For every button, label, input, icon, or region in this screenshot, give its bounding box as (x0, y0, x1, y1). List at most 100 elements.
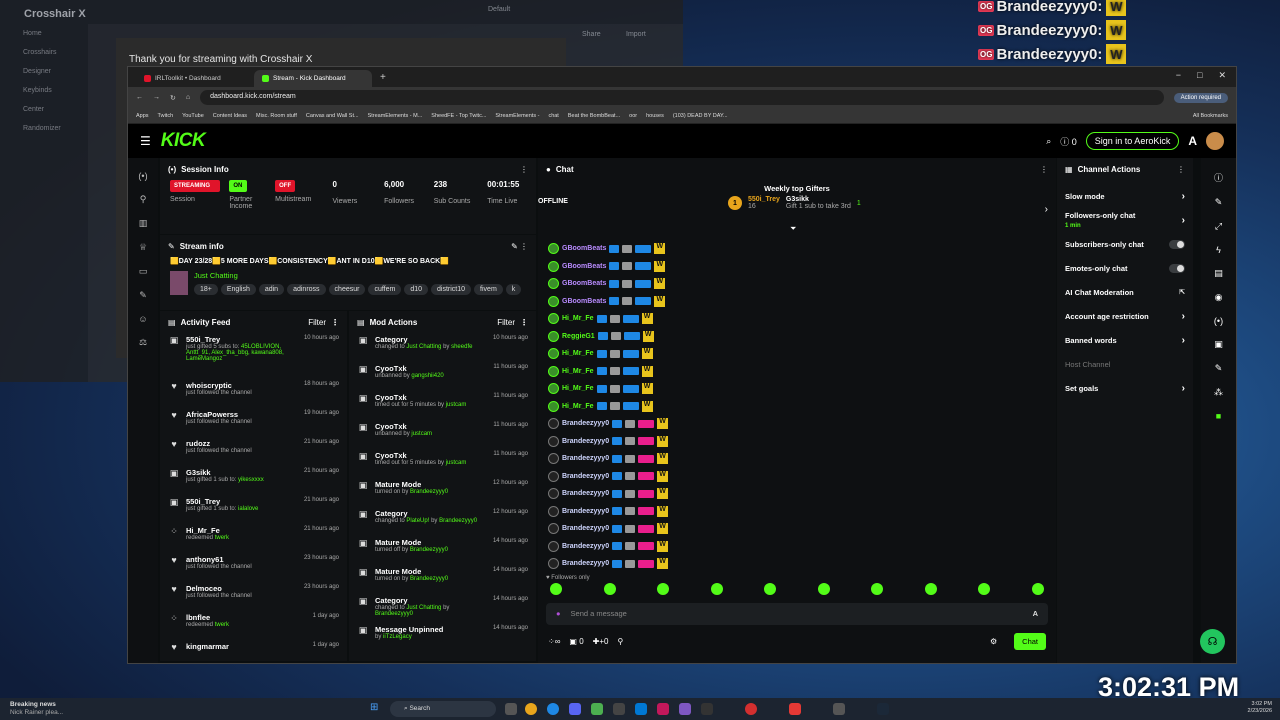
chat-username[interactable]: GBoomBeats (562, 298, 606, 305)
activity-item[interactable]: ⁘ Hi_Mr_Fe redeemed twerk 21 hours ago (160, 524, 347, 553)
points-icon[interactable]: ⁘∞ (548, 637, 560, 646)
app-icon[interactable] (701, 703, 713, 715)
users-icon[interactable]: ☺ (128, 314, 158, 324)
tab-irltoolkit[interactable]: IRLToolkit • Dashboard (136, 70, 254, 87)
avatar[interactable] (1206, 132, 1224, 150)
chat-username[interactable]: GBoomBeats (562, 263, 606, 270)
collapse-icon[interactable]: ⏷ (790, 224, 796, 234)
chat-username[interactable]: Hi_Mr_Fe (562, 350, 594, 357)
activity-item[interactable]: ⁘ lbnflee redeemed twerk 1 day ago (160, 611, 347, 640)
bookmark[interactable]: Canvas and Wall St... (306, 113, 359, 119)
gear-icon[interactable]: ⚙ (990, 637, 997, 646)
broadcast-icon[interactable]: (•) (1201, 316, 1236, 326)
chat-message[interactable]: Brandeezyyy0 W (548, 555, 1046, 573)
chat-username[interactable]: Brandeezyyy0 (562, 420, 609, 427)
mod-action-item[interactable]: ▣ CyooTxk timed out for 5 minutes by jus… (349, 391, 536, 420)
banned-words-row[interactable]: Banned words › (1057, 328, 1193, 352)
chat-message[interactable]: Brandeezyyy0 W (548, 468, 1046, 486)
sidebar-item[interactable]: Center (0, 100, 88, 119)
chat-message[interactable]: Hi_Mr_Fe W (548, 310, 1046, 328)
more-icon[interactable]: ⋮ (1177, 165, 1185, 174)
mod-action-item[interactable]: ▣ Mature Mode turned on by Brandeezyyy0 … (349, 565, 536, 594)
stream-icon[interactable]: (•) (128, 171, 158, 181)
chat-username[interactable]: ReggieG1 (562, 333, 595, 340)
plus-icon[interactable]: ✚+0 (593, 637, 609, 646)
emote-icon[interactable] (871, 582, 884, 595)
chat-username[interactable]: Hi_Mr_Fe (562, 385, 594, 392)
reload-icon[interactable]: ↻ (170, 94, 176, 102)
support-fab[interactable]: ☊ (1200, 629, 1225, 654)
menu-icon[interactable]: ☰ (140, 134, 151, 148)
card-icon[interactable]: ▣ (1201, 339, 1236, 350)
mod-action-item[interactable]: ▣ Category changed to Just Chatting by s… (349, 333, 536, 362)
chat-message[interactable]: Brandeezyyy0 W (548, 520, 1046, 538)
notification-icon[interactable]: ⓘ 0 (1060, 135, 1077, 148)
new-tab-button[interactable]: + (372, 72, 394, 87)
bookmark[interactable]: houses (646, 113, 664, 119)
slow-mode-row[interactable]: Slow mode › (1057, 184, 1193, 208)
chat-message[interactable]: Brandeezyyy0 W (548, 538, 1046, 556)
bookmark[interactable]: StreamElements - (495, 113, 539, 119)
activity-item[interactable]: ♥ kingmarmar 1 day ago (160, 640, 347, 661)
bookmark[interactable]: (103) DEAD BY DAY... (673, 113, 728, 119)
chat-message[interactable]: Brandeezyyy0 W (548, 485, 1046, 503)
emote-icon[interactable] (978, 582, 991, 595)
mod-action-item[interactable]: ▣ Category changed to PlateUp! by Brande… (349, 507, 536, 536)
activity-item[interactable]: ♥ AfricaPowerss just followed the channe… (160, 408, 347, 437)
sidebar-item[interactable]: Keybinds (0, 81, 88, 100)
app-icon[interactable] (679, 703, 691, 715)
discord-icon[interactable] (569, 703, 581, 715)
more-icon[interactable]: ⋮ (331, 318, 339, 327)
share-button[interactable]: Share (582, 31, 601, 38)
emote-icon[interactable] (924, 582, 937, 595)
emote-icon[interactable] (603, 582, 616, 595)
edit-icon[interactable]: ✎ ⋮ (511, 242, 528, 251)
tab-kick-dashboard[interactable]: Stream - Kick Dashboard (254, 70, 372, 87)
taskview-icon[interactable] (505, 703, 517, 715)
import-button[interactable]: Import (626, 31, 646, 38)
chrome-icon[interactable] (525, 703, 537, 715)
bookmark[interactable]: Twitch (158, 113, 174, 119)
close-icon[interactable]: ✕ (1218, 70, 1226, 81)
emote-icon[interactable] (710, 582, 723, 595)
ai-moderation-row[interactable]: AI Chat Moderation ⇱ (1057, 280, 1193, 304)
pen-icon[interactable]: ✎ (1201, 197, 1236, 208)
info-icon[interactable]: ⓘ (1201, 171, 1236, 184)
chat-message[interactable]: GBoomBeats W (548, 258, 1046, 276)
chat-username[interactable]: Brandeezyyy0 (562, 455, 609, 462)
chat-username[interactable]: Brandeezyyy0 (562, 438, 609, 445)
bookmark[interactable]: oor (629, 113, 637, 119)
chat-message[interactable]: GBoomBeats W (548, 293, 1046, 311)
emotes-only-toggle[interactable] (1169, 263, 1185, 273)
age-restriction-row[interactable]: Account age restriction › (1057, 304, 1193, 328)
category-name[interactable]: Just Chatting (194, 271, 521, 280)
link-icon[interactable]: ⚲ (128, 194, 158, 205)
chat-message[interactable]: Brandeezyyy0 W (548, 503, 1046, 521)
chat-username[interactable]: GBoomBeats (562, 245, 606, 252)
mod-action-item[interactable]: ▣ Mature Mode turned on by Brandeezyyy0 … (349, 478, 536, 507)
gifter-1[interactable]: 550i_Trey 16 (748, 196, 780, 210)
activity-item[interactable]: ♥ rudozz just followed the channel 21 ho… (160, 437, 347, 466)
chat-username[interactable]: Brandeezyyy0 (562, 508, 609, 515)
chat-message[interactable]: Brandeezyyy0 W (548, 433, 1046, 451)
chat-message[interactable]: Hi_Mr_Fe W (548, 398, 1046, 416)
steam-icon[interactable] (877, 703, 889, 715)
chevron-right-icon[interactable]: › (1045, 204, 1048, 215)
chat-username[interactable]: Brandeezyyy0 (562, 473, 609, 480)
tool-icon[interactable]: ✎ (1201, 363, 1236, 374)
chat-username[interactable]: Hi_Mr_Fe (562, 403, 594, 410)
emote-icon[interactable] (1031, 582, 1044, 595)
more-icon[interactable]: ⋮ (520, 318, 528, 327)
back-icon[interactable]: ← (136, 94, 143, 101)
search-icon[interactable]: ⌕ (1046, 136, 1051, 147)
chat-message[interactable]: Hi_Mr_Fe W (548, 345, 1046, 363)
bookmark[interactable]: Content Ideas (213, 113, 247, 119)
app-icon[interactable] (833, 703, 845, 715)
trophy-icon[interactable]: ♕ (128, 242, 158, 253)
chat-username[interactable]: Brandeezyyy0 (562, 525, 609, 532)
emote-icon[interactable] (657, 582, 670, 595)
video-icon[interactable]: ▭ (128, 266, 158, 277)
activity-item[interactable]: ♥ whoiscryptic just followed the channel… (160, 379, 347, 408)
maximize-icon[interactable]: □ (1197, 70, 1202, 81)
sidebar-item[interactable]: Designer (0, 62, 88, 81)
